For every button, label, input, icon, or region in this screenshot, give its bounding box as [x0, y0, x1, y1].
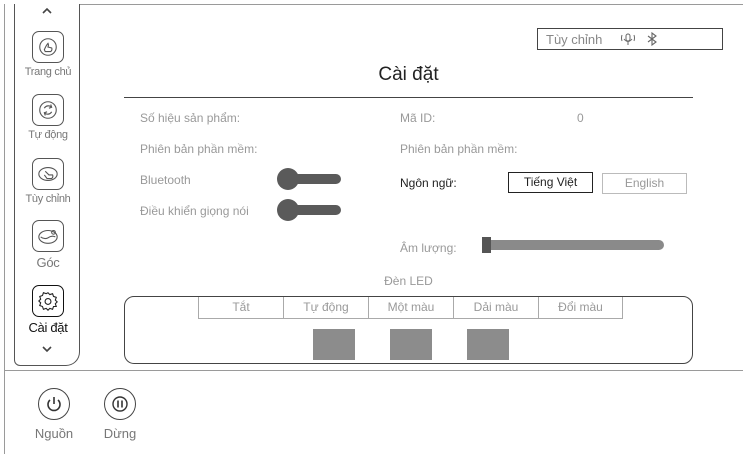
led-mode-tabs: Tắt Tự động Một màu Dải màu Đổi màu: [198, 297, 623, 319]
power-label: Nguồn: [34, 426, 74, 441]
led-tab-single-color[interactable]: Một màu: [368, 297, 453, 319]
mode-label: Tùy chỉnh: [546, 31, 603, 47]
led-color-swatch[interactable]: [390, 329, 432, 360]
power-icon: [38, 388, 70, 420]
led-tab-off[interactable]: Tắt: [198, 297, 283, 319]
sidebar-item-auto[interactable]: Tự động: [15, 94, 81, 141]
hand-touch-icon: [32, 31, 64, 63]
sidebar-item-angle[interactable]: Góc: [15, 220, 81, 270]
toggle-knob: [277, 199, 299, 221]
refresh-arrows-icon: [32, 94, 64, 126]
voice-control-label: Điều khiển giọng nói: [140, 204, 249, 218]
sidebar-item-label: Tự động: [28, 129, 68, 141]
chevron-down-icon[interactable]: [15, 342, 79, 357]
pause-control[interactable]: Dừng: [90, 388, 150, 441]
bluetooth-toggle[interactable]: [277, 168, 343, 190]
finger-swipe-icon: [32, 158, 64, 190]
sidebar-item-label: Góc: [36, 255, 60, 270]
volume-label: Âm lượng:: [400, 241, 457, 255]
frame-left-line: [4, 4, 5, 454]
sidebar-item-label: Cài đặt: [28, 320, 68, 335]
frame-top-line: [80, 4, 743, 5]
page-title: Cài đặt: [378, 64, 439, 85]
sidebar-item-label: Trang chủ: [24, 66, 72, 78]
sidebar-item-custom[interactable]: Tùy chỉnh: [15, 158, 81, 205]
firmware-label-right: Phiên bản phần mềm:: [400, 142, 518, 156]
frame-divider: [4, 370, 743, 371]
gear-icon: [32, 285, 64, 317]
id-label: Mã ID:: [400, 111, 436, 125]
led-section-title: Đèn LED: [384, 274, 433, 288]
bluetooth-label: Bluetooth: [140, 173, 191, 187]
toggle-knob: [277, 168, 299, 190]
firmware-label-left: Phiên bản phần mềm:: [140, 142, 258, 156]
product-number-label: Số hiệu sản phẩm:: [140, 111, 241, 125]
led-color-swatch[interactable]: [313, 329, 355, 360]
led-tab-color-range[interactable]: Dải màu: [453, 297, 538, 319]
sidebar-item-label: Tùy chỉnh: [25, 193, 71, 205]
sidebar-item-settings[interactable]: Cài đặt: [15, 285, 81, 335]
language-option-vietnamese[interactable]: Tiếng Việt: [508, 172, 593, 193]
language-label: Ngôn ngữ:: [400, 176, 457, 190]
sidebar-item-home[interactable]: Trang chủ: [15, 31, 81, 78]
language-option-english[interactable]: English: [602, 173, 687, 194]
recline-chair-icon: [32, 220, 64, 252]
voice-icon: [620, 32, 636, 46]
led-color-swatch[interactable]: [467, 329, 509, 360]
led-tab-color-change[interactable]: Đổi màu: [538, 297, 623, 319]
pause-icon: [104, 388, 136, 420]
bluetooth-icon: [646, 32, 658, 46]
power-control[interactable]: Nguồn: [24, 388, 84, 441]
mode-indicator-box[interactable]: Tùy chỉnh: [537, 28, 723, 50]
led-tab-auto[interactable]: Tự động: [283, 297, 368, 319]
voice-control-toggle[interactable]: [277, 199, 343, 221]
id-value: 0: [577, 111, 584, 125]
title-divider: [124, 97, 693, 98]
sidebar: Trang chủ Tự động Tùy chỉnh Góc Cài đặt: [14, 4, 80, 366]
chevron-up-icon[interactable]: [15, 4, 79, 19]
volume-slider-handle[interactable]: [482, 237, 491, 253]
volume-slider-track[interactable]: [485, 240, 664, 250]
pause-label: Dừng: [103, 426, 137, 441]
